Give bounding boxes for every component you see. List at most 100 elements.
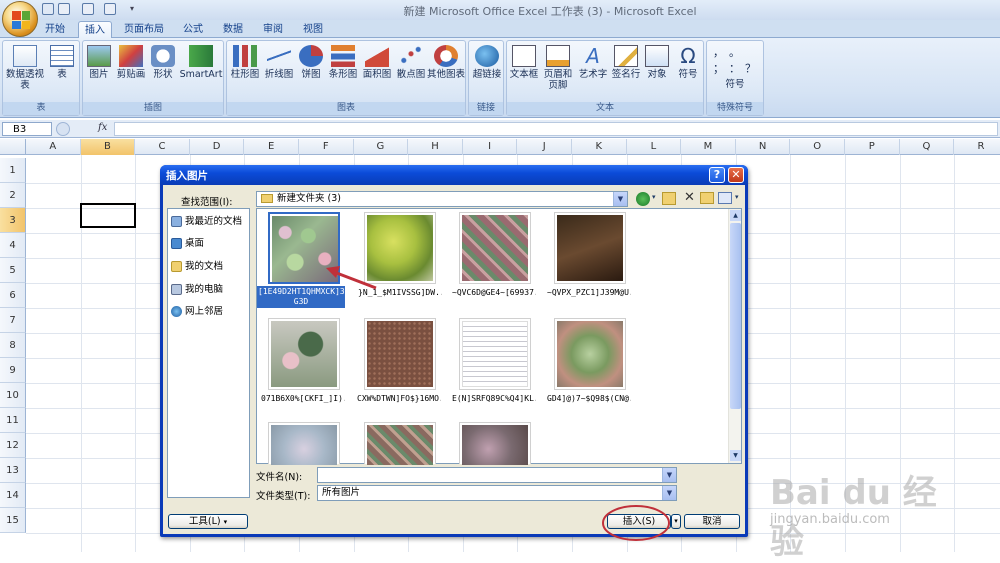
column-header-B[interactable]: B xyxy=(80,139,136,155)
symbol-button[interactable]: Ω 符号 xyxy=(673,45,703,80)
scatter-chart-button[interactable]: 散点图 xyxy=(395,45,427,80)
lookin-combo[interactable]: 新建文件夹 (3) ▼ xyxy=(256,191,628,207)
hyperlink-button[interactable]: 超链接 xyxy=(471,45,503,80)
clipart-button[interactable]: 剪贴画 xyxy=(115,45,147,80)
column-header-E[interactable]: E xyxy=(244,139,299,155)
column-header-R[interactable]: R xyxy=(954,139,1000,155)
column-header-F[interactable]: F xyxy=(299,139,354,155)
signature-line-button[interactable]: 签名行 xyxy=(611,45,641,80)
row-header-1[interactable]: 1 xyxy=(0,158,26,183)
column-header-P[interactable]: P xyxy=(845,139,900,155)
row-header-10[interactable]: 10 xyxy=(0,383,26,408)
file-thumbnail[interactable] xyxy=(459,212,531,284)
wordart-button[interactable]: A 艺术字 xyxy=(577,45,609,80)
tab-insert[interactable]: 插入 xyxy=(78,21,112,38)
up-folder-icon[interactable] xyxy=(662,192,676,205)
file-thumbnail[interactable] xyxy=(459,422,531,465)
row-header-13[interactable]: 13 xyxy=(0,458,26,483)
row-header-3[interactable]: 3 xyxy=(0,208,26,233)
row-header-5[interactable]: 5 xyxy=(0,258,26,283)
file-caption[interactable]: GD4]@)7~$Q98$(CN@... xyxy=(547,394,631,403)
file-thumbnail[interactable] xyxy=(459,318,531,390)
bar-chart-button[interactable]: 条形图 xyxy=(327,45,359,80)
name-box[interactable]: B3 xyxy=(2,122,52,136)
symbol-question[interactable]: ？ xyxy=(745,63,756,74)
scroll-down-icon[interactable]: ▼ xyxy=(730,450,741,461)
tab-review[interactable]: 审阅 xyxy=(256,21,290,38)
area-chart-button[interactable]: 面积图 xyxy=(361,45,393,80)
row-header-4[interactable]: 4 xyxy=(0,233,26,258)
column-header-J[interactable]: J xyxy=(517,139,572,155)
column-chart-button[interactable]: 柱形图 xyxy=(229,45,261,80)
views-icon[interactable] xyxy=(718,192,732,204)
line-chart-button[interactable]: 折线图 xyxy=(263,45,295,80)
object-button[interactable]: 对象 xyxy=(643,45,671,80)
row-header-7[interactable]: 7 xyxy=(0,308,26,333)
file-thumbnail[interactable] xyxy=(554,212,626,284)
save-icon[interactable] xyxy=(42,3,54,15)
back-icon[interactable] xyxy=(636,192,650,206)
place-network[interactable]: 网上邻居 xyxy=(171,304,223,320)
file-caption[interactable]: ~QVPX_PZC1]J39M@U... xyxy=(547,288,631,297)
formula-input[interactable] xyxy=(114,122,998,136)
picture-button[interactable]: 图片 xyxy=(85,45,113,80)
scroll-up-icon[interactable]: ▲ xyxy=(730,210,741,221)
shapes-button[interactable]: 形状 xyxy=(149,45,177,80)
symbol-colon[interactable]: ： xyxy=(729,63,740,74)
row-header-14[interactable]: 14 xyxy=(0,483,26,508)
row-header-15[interactable]: 15 xyxy=(0,508,26,533)
place-my-documents[interactable]: 我的文档 xyxy=(171,259,223,275)
file-thumbnail[interactable] xyxy=(268,422,340,465)
symbol-semicolon[interactable]: ； xyxy=(713,63,724,74)
table-button[interactable]: 表 xyxy=(47,45,77,80)
textbox-button[interactable]: 文本框 xyxy=(509,45,539,80)
delete-icon[interactable]: ✕ xyxy=(684,190,695,205)
smartart-button[interactable]: SmartArt xyxy=(179,45,223,80)
undo-icon[interactable] xyxy=(58,3,70,15)
insert-dropdown-button[interactable]: ▾ xyxy=(671,514,681,529)
file-thumbnail[interactable] xyxy=(554,318,626,390)
pie-chart-button[interactable]: 饼图 xyxy=(297,45,325,80)
customize-qat-icon[interactable]: ▾ xyxy=(130,4,134,13)
row-header-12[interactable]: 12 xyxy=(0,433,26,458)
tab-page-layout[interactable]: 页面布局 xyxy=(116,21,172,38)
other-charts-button[interactable]: 其他图表 xyxy=(427,45,465,80)
column-header-N[interactable]: N xyxy=(736,139,791,155)
column-header-G[interactable]: G xyxy=(354,139,409,155)
symbol-period[interactable]: 。 xyxy=(729,47,740,58)
print-preview-icon[interactable] xyxy=(104,3,116,15)
row-header-8[interactable]: 8 xyxy=(0,333,26,358)
file-caption[interactable]: E(N]SRFQ89C%Q4]KL... xyxy=(452,394,536,403)
place-my-computer[interactable]: 我的电脑 xyxy=(171,282,223,298)
column-header-D[interactable]: D xyxy=(190,139,245,155)
file-thumbnail[interactable] xyxy=(268,318,340,390)
back-dropdown-icon[interactable]: ▾ xyxy=(652,193,656,201)
column-header-Q[interactable]: Q xyxy=(900,139,955,155)
column-header-M[interactable]: M xyxy=(681,139,736,155)
tools-button[interactable]: 工具(L) ▾ xyxy=(168,514,248,529)
office-button[interactable] xyxy=(2,1,38,37)
file-caption[interactable]: CXW%DTWN]FO$}16MO... xyxy=(357,394,441,403)
formula-clear-icon[interactable] xyxy=(56,122,70,136)
scroll-thumb[interactable] xyxy=(730,223,741,409)
row-header-9[interactable]: 9 xyxy=(0,358,26,383)
help-button[interactable]: ? xyxy=(709,167,725,183)
filename-input[interactable]: ▼ xyxy=(317,467,677,483)
tab-formulas[interactable]: 公式 xyxy=(176,21,210,38)
file-thumbnail[interactable] xyxy=(364,422,436,465)
column-header-C[interactable]: C xyxy=(135,139,190,155)
row-header-6[interactable]: 6 xyxy=(0,283,26,308)
new-folder-icon[interactable] xyxy=(700,192,714,204)
file-thumbnail[interactable] xyxy=(364,318,436,390)
column-header-K[interactable]: K xyxy=(572,139,627,155)
filetype-select[interactable]: 所有图片 ▼ xyxy=(317,485,677,501)
header-footer-button[interactable]: 页眉和页脚 xyxy=(541,45,575,91)
cancel-button[interactable]: 取消 xyxy=(684,514,740,529)
redo-icon[interactable] xyxy=(82,3,94,15)
close-button[interactable]: ✕ xyxy=(728,167,744,183)
column-header-A[interactable]: A xyxy=(26,139,81,155)
active-cell-B3[interactable] xyxy=(80,203,136,228)
place-recent[interactable]: 我最近的文档 xyxy=(171,214,242,230)
place-desktop[interactable]: 桌面 xyxy=(171,236,204,252)
file-list-scrollbar[interactable]: ▲ ▼ xyxy=(728,209,741,463)
